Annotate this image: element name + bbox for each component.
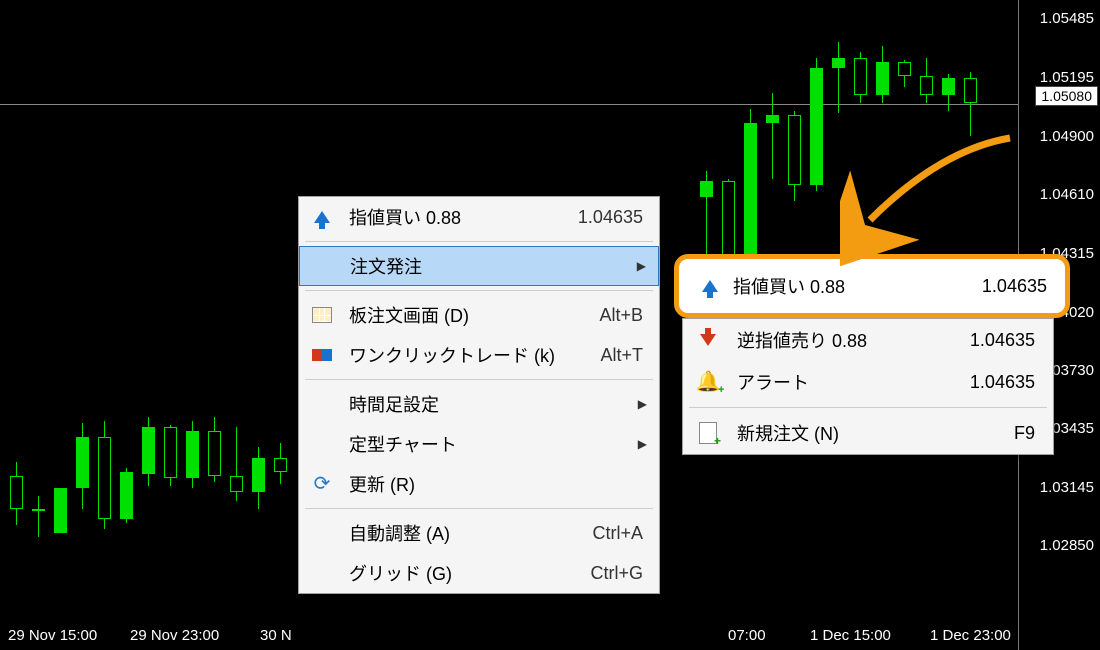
y-tick: 1.04610 xyxy=(1040,186,1094,203)
menu-item[interactable]: 指値買い 0.88 1.04635 xyxy=(299,197,659,237)
menu-separator xyxy=(305,290,653,291)
x-tick: 30 N xyxy=(260,627,292,644)
refresh-icon: ⟳ xyxy=(311,473,333,495)
arrow-up-icon xyxy=(311,206,333,228)
menu-item[interactable]: 時間足設定▶ xyxy=(299,384,659,424)
menu-separator xyxy=(689,407,1047,408)
context-menu[interactable]: 指値買い 0.881.04635注文発注▶板注文画面 (D)Alt+Bワンクリッ… xyxy=(298,196,660,594)
menu-item[interactable]: ワンクリックトレード (k) Alt+T xyxy=(299,335,659,375)
menu-item[interactable]: グリッド (G) Ctrl+G xyxy=(299,553,659,593)
y-tick: 1.04900 xyxy=(1040,128,1094,145)
y-tick: 1.02850 xyxy=(1040,537,1094,554)
submenu-item-value: 1.04635 xyxy=(970,330,1035,351)
menu-separator xyxy=(305,508,653,509)
x-tick: 1 Dec 15:00 xyxy=(810,627,891,644)
menu-item-label: 定型チャート xyxy=(349,431,643,457)
new-doc-icon xyxy=(697,422,719,444)
menu-item-label: 注文発注 xyxy=(350,253,642,279)
submenu-item[interactable]: 🔔 アラート 1.04635 xyxy=(683,361,1053,403)
submenu-item-label: 逆指値売り 0.88 xyxy=(737,327,950,353)
menu-item-accel: Ctrl+G xyxy=(590,563,643,584)
y-tick: 1.05485 xyxy=(1040,10,1094,27)
menu-item-label: ワンクリックトレード (k) xyxy=(349,342,576,368)
x-tick: 29 Nov 15:00 xyxy=(8,627,97,644)
menu-item-label: グリッド (G) xyxy=(349,560,566,586)
submenu-arrow-icon: ▶ xyxy=(638,397,647,411)
menu-item-accel: Alt+B xyxy=(599,305,643,326)
arrow-down-icon xyxy=(697,329,719,351)
menu-item[interactable]: 自動調整 (A) Ctrl+A xyxy=(299,513,659,553)
bell-icon: 🔔 xyxy=(697,371,719,393)
submenu-arrow-icon: ▶ xyxy=(638,437,647,451)
x-tick: 1 Dec 23:00 xyxy=(930,627,1011,644)
annotation-arrow xyxy=(840,130,1040,280)
y-tick: 1.05195 xyxy=(1040,69,1094,86)
menu-separator xyxy=(305,241,653,242)
oneclick-icon xyxy=(311,344,333,366)
menu-separator xyxy=(305,379,653,380)
submenu-item-value: 1.04635 xyxy=(970,372,1035,393)
menu-item-label: 自動調整 (A) xyxy=(349,520,568,546)
grid-icon xyxy=(311,304,333,326)
menu-item[interactable]: 板注文画面 (D) Alt+B xyxy=(299,295,659,335)
menu-item-label: 更新 (R) xyxy=(349,471,643,497)
menu-item[interactable]: 注文発注▶ xyxy=(299,246,659,286)
menu-item-label: 板注文画面 (D) xyxy=(349,302,575,328)
price-line xyxy=(0,104,1018,105)
y-tick: 1.03145 xyxy=(1040,479,1094,496)
x-tick: 07:00 xyxy=(728,627,766,644)
submenu-item[interactable]: 逆指値売り 0.88 1.04635 xyxy=(683,319,1053,361)
menu-item-accel: 1.04635 xyxy=(578,207,643,228)
menu-item[interactable]: ⟳ 更新 (R) xyxy=(299,464,659,504)
menu-item-label: 時間足設定 xyxy=(349,391,643,417)
x-tick: 29 Nov 23:00 xyxy=(130,627,219,644)
submenu-item-value: F9 xyxy=(1014,423,1035,444)
order-submenu[interactable]: 逆指値売り 0.88 1.04635 🔔 アラート 1.04635 新規注文 (N) F9 xyxy=(682,318,1054,455)
submenu-item-label: アラート xyxy=(737,369,950,395)
menu-item-accel: Ctrl+A xyxy=(592,523,643,544)
menu-item-label: 指値買い 0.88 xyxy=(349,204,554,230)
current-price-tag: 1.05080 xyxy=(1035,86,1098,106)
submenu-item[interactable]: 新規注文 (N) F9 xyxy=(683,412,1053,454)
submenu-item-label: 新規注文 (N) xyxy=(737,420,994,446)
menu-item-accel: Alt+T xyxy=(600,345,643,366)
menu-item[interactable]: 定型チャート▶ xyxy=(299,424,659,464)
submenu-arrow-icon: ▶ xyxy=(637,259,646,273)
arrow-up-icon xyxy=(699,275,721,297)
